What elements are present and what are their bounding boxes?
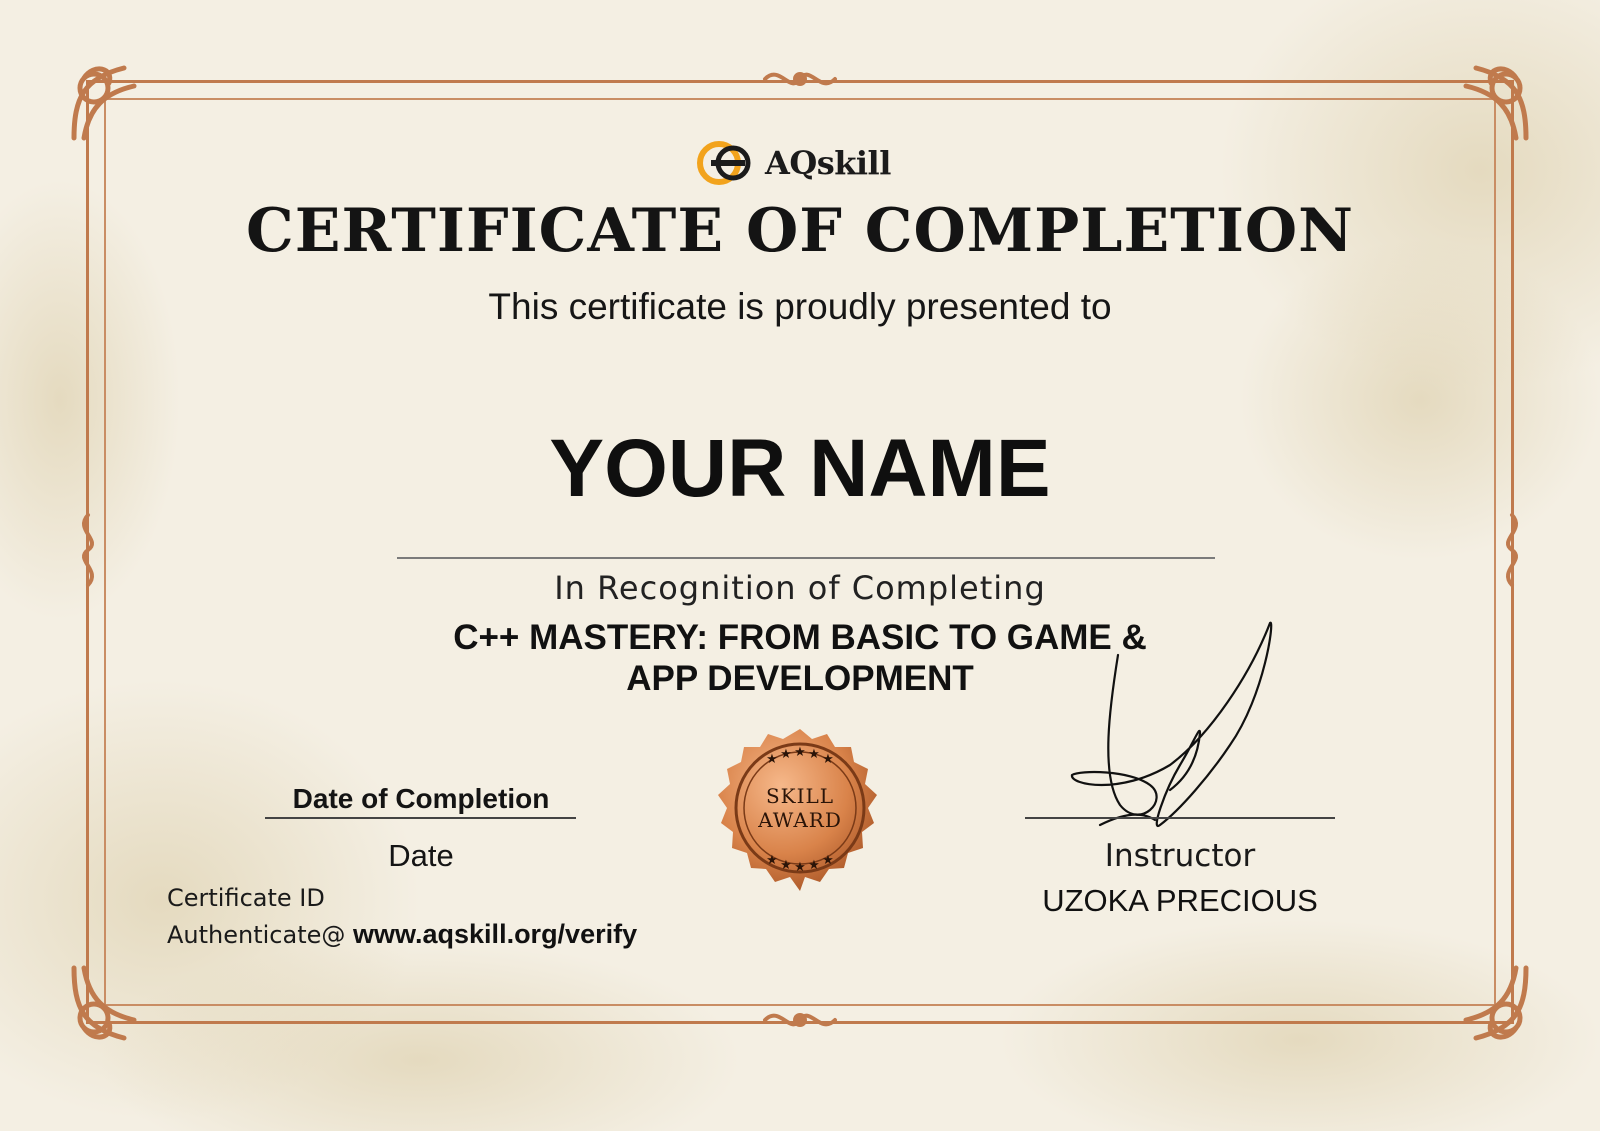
brand-logo: AQskill <box>697 135 907 191</box>
date-of-completion-label: Date of Completion <box>292 783 550 814</box>
date-of-completion-value: Date <box>388 838 454 873</box>
recipient-name: YOUR NAME <box>549 423 1051 514</box>
top-center-ornament <box>763 72 837 86</box>
svg-text:★: ★ <box>780 747 792 762</box>
instructor-signature <box>1070 621 1273 828</box>
presented-text: This certificate is proudly presented to <box>488 286 1112 327</box>
bottom-center-ornament <box>763 1013 837 1027</box>
date-signature-line <box>265 817 576 819</box>
authenticate-line: Authenticate@ www.aqskill.org/verify <box>167 919 637 950</box>
svg-text:★: ★ <box>822 853 834 868</box>
corner-ornament-bottom-right <box>1463 965 1529 1041</box>
seal-text: SKILL AWARD <box>700 784 900 832</box>
instructor-label: Instructor <box>1104 838 1256 874</box>
svg-text:★: ★ <box>822 752 834 767</box>
name-underline <box>397 557 1215 559</box>
recognition-text: In Recognition of Completing <box>554 569 1046 607</box>
svg-text:★: ★ <box>808 747 820 762</box>
seal-text-line-1: SKILL <box>765 784 835 808</box>
certificate-page: AQskill CERTIFICATE OF COMPLETION This c… <box>0 0 1600 1131</box>
svg-text:★: ★ <box>766 853 778 868</box>
svg-text:★: ★ <box>780 858 792 873</box>
svg-text:★: ★ <box>794 860 806 875</box>
certificate-id-label: Certificate ID <box>167 884 325 912</box>
corner-ornament-top-right <box>1463 65 1529 141</box>
svg-text:★: ★ <box>808 858 820 873</box>
skill-award-seal: ★ ★ ★ ★ ★ ★ ★ ★ ★ ★ SKILL AWARD <box>700 708 900 908</box>
authenticate-prefix: Authenticate@ <box>167 921 354 949</box>
aqskill-logo-icon <box>697 141 751 185</box>
svg-text:★: ★ <box>766 752 778 767</box>
instructor-name: UZOKA PRECIOUS <box>1042 883 1318 918</box>
seal-text-line-2: AWARD <box>758 808 842 832</box>
brand-name: AQskill <box>765 144 891 182</box>
certificate-title: CERTIFICATE OF COMPLETION <box>245 196 1355 266</box>
verify-url-link[interactable]: www.aqskill.org/verify <box>353 919 637 949</box>
corner-ornament-bottom-left <box>71 965 137 1041</box>
svg-text:★: ★ <box>794 745 806 760</box>
corner-ornament-top-left <box>71 65 137 141</box>
instructor-signature-line <box>1025 817 1335 819</box>
